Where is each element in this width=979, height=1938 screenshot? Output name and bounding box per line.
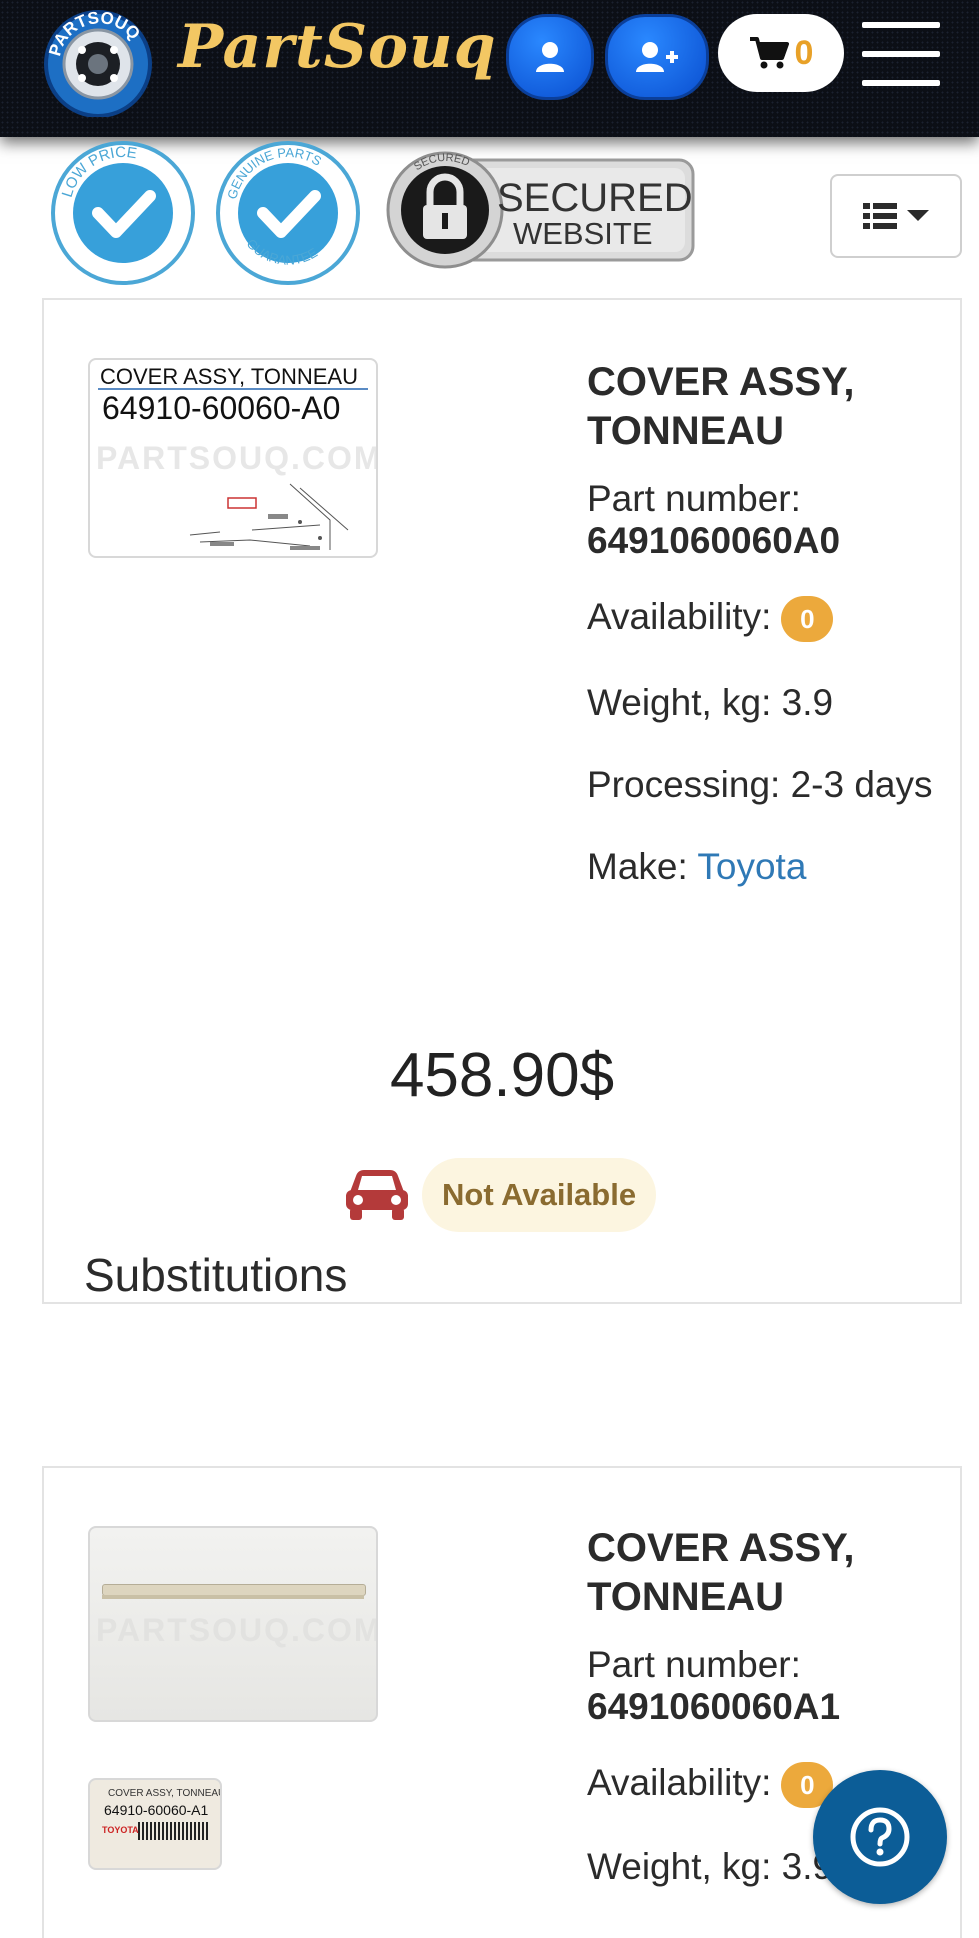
cart-count: 0 <box>794 33 814 72</box>
low-price-badge: LOW PRICE <box>50 140 196 286</box>
genuine-parts-badge: GENUINE PARTS GUARANTEE <box>215 140 361 286</box>
availability-count-badge: 0 <box>781 596 834 643</box>
product-price: 458.90$ <box>389 1041 615 1110</box>
watermark-text: PARTSOUQ.COM <box>96 440 378 476</box>
product-title: COVER ASSY, TONNEAU <box>587 360 855 453</box>
make-row: Make: Toyota <box>587 846 806 888</box>
list-view-icon <box>863 203 897 229</box>
logo-text[interactable]: PartSouq <box>178 12 497 82</box>
availability-status: Not Available <box>344 1158 657 1232</box>
add-user-icon <box>636 42 678 72</box>
cart-icon <box>749 37 789 69</box>
thumbnail-part-name: COVER ASSY, TONNEAU <box>100 364 358 389</box>
substitution-availability-row: Availability: 0 <box>587 1762 834 1809</box>
substitution-title: COVER ASSY, TONNEAU <box>587 1526 855 1619</box>
part-number-label: Part number: <box>587 478 801 519</box>
part-diagram <box>189 483 349 550</box>
hamburger-menu-icon[interactable] <box>858 20 944 88</box>
substitution-label-thumbnail[interactable]: COVER ASSY, TONNEAU 64910-60060-A1 TOYOT… <box>88 1778 222 1870</box>
make-label: Make: <box>587 846 688 887</box>
make-link[interactable]: Toyota <box>697 846 806 887</box>
help-button[interactable] <box>813 1770 947 1904</box>
product-thumbnail[interactable]: COVER ASSY, TONNEAU 64910-60060-A0 PARTS… <box>88 358 378 558</box>
availability-row: Availability: 0 <box>587 596 834 643</box>
cart-button[interactable]: 0 <box>718 14 844 92</box>
logo-icon[interactable]: PARTSOUQ <box>40 2 165 118</box>
substitution-thumbnail[interactable]: PARTSOUQ.COM <box>88 1526 378 1722</box>
site-header: PARTSOUQ PartSouq 0 <box>0 0 979 137</box>
label-part-name: COVER ASSY, TONNEAU <box>108 1788 222 1799</box>
availability-label: Availability: <box>587 1762 772 1803</box>
watermark-text: PARTSOUQ.COM <box>96 1612 378 1648</box>
part-number-value: 6491060060A0 <box>587 520 841 561</box>
label-part-code: 64910-60060-A1 <box>104 1802 209 1818</box>
substitution-weight-text: Weight, kg: 3.9 <box>587 1846 834 1887</box>
availability-label: Availability: <box>587 596 772 637</box>
secured-text: SECURED <box>497 176 693 220</box>
not-available-badge: Not Available <box>422 1158 657 1232</box>
label-brand: TOYOTA <box>102 1825 139 1835</box>
secured-website-badge: SECURED SECURED WEBSITE <box>385 150 697 270</box>
user-icon <box>536 42 564 72</box>
website-text: WEBSITE <box>513 216 653 251</box>
view-toggle-button[interactable] <box>830 174 962 258</box>
account-button[interactable] <box>506 14 594 100</box>
substitution-part-number-label: Part number: <box>587 1644 801 1685</box>
caret-down-icon <box>907 210 929 221</box>
processing-text: Processing: 2-3 days <box>587 764 933 805</box>
question-icon <box>850 1807 910 1867</box>
register-button[interactable] <box>605 14 709 100</box>
substitution-part-number-value: 6491060060A1 <box>587 1686 841 1727</box>
substitutions-heading: Substitutions <box>84 1249 348 1301</box>
product-card: COVER ASSY, TONNEAU 64910-60060-A0 PARTS… <box>42 298 962 1304</box>
thumbnail-part-code: 64910-60060-A0 <box>102 390 341 426</box>
weight-text: Weight, kg: 3.9 <box>587 682 834 723</box>
car-icon <box>346 1170 408 1220</box>
